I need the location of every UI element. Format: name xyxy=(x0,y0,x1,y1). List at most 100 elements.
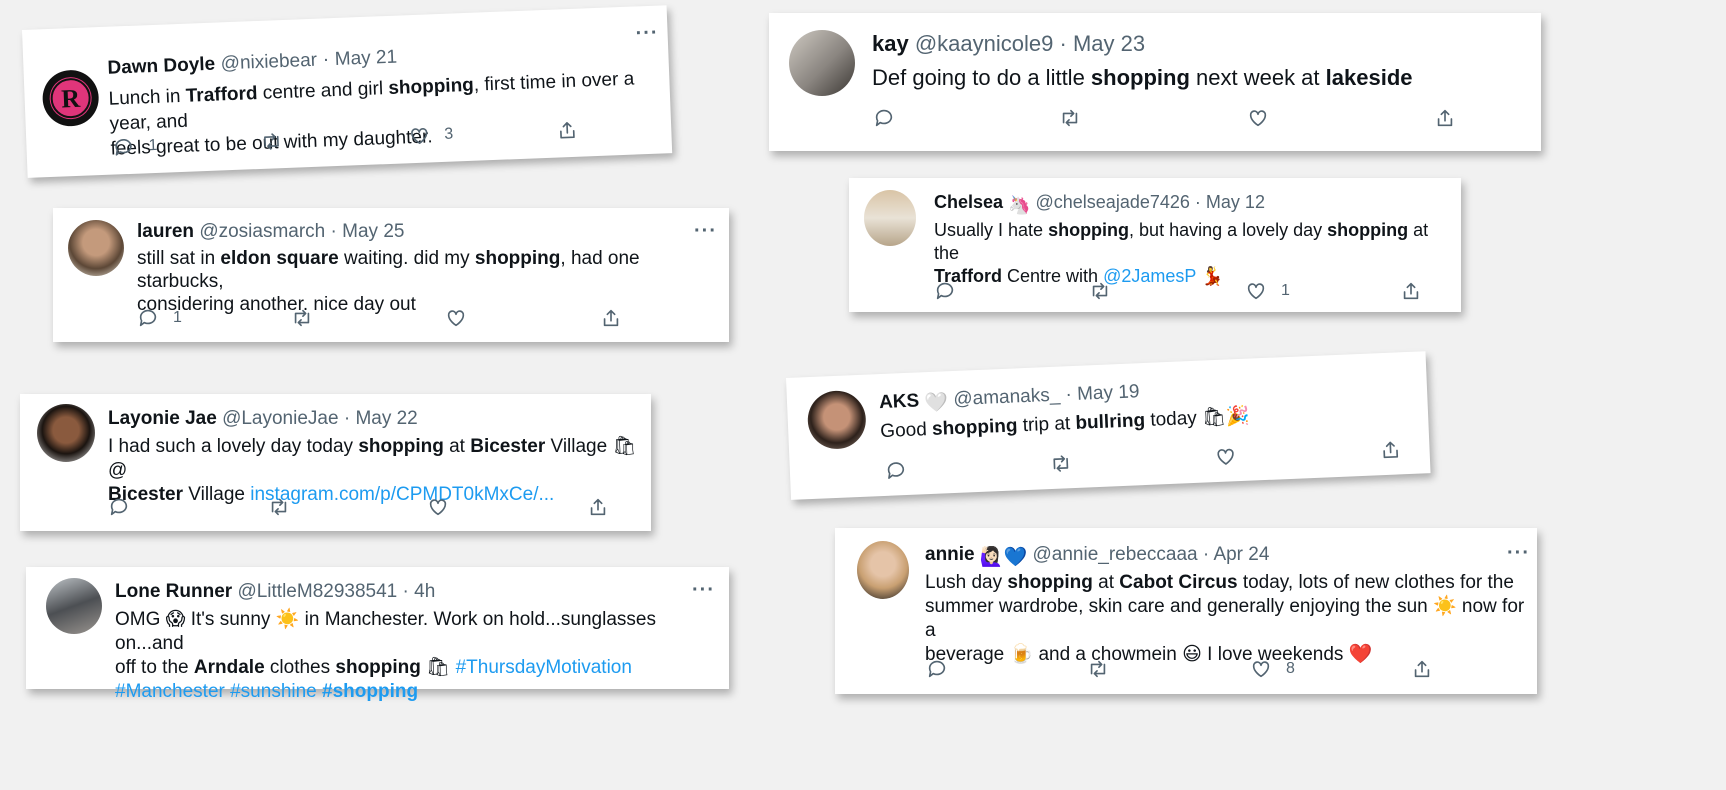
author-handle[interactable]: @LittleM82938541 xyxy=(237,581,397,602)
share-button[interactable] xyxy=(1400,280,1422,302)
tweet-date[interactable]: May 25 xyxy=(342,221,404,242)
share-icon xyxy=(603,309,619,327)
retweet-icon xyxy=(1090,660,1106,678)
avatar[interactable] xyxy=(789,30,855,96)
tweet-date[interactable]: May 22 xyxy=(355,408,417,429)
reply-button[interactable] xyxy=(926,658,948,680)
author-name[interactable]: lauren xyxy=(137,221,194,242)
reply-button[interactable] xyxy=(873,107,895,129)
more-icon[interactable]: ··· xyxy=(1507,542,1530,565)
tweet-text-line: off to the Arndale clothes shopping 🛍 #T… xyxy=(115,656,725,680)
tweet-card-kay[interactable]: kay @kaaynicole9 · May 23 Def going to d… xyxy=(769,13,1541,151)
tweet-text: Usually I hate shopping, but having a lo… xyxy=(934,219,1454,288)
tweet-date[interactable]: May 21 xyxy=(334,47,397,70)
share-button[interactable] xyxy=(1434,107,1456,129)
author-name[interactable]: annie xyxy=(925,544,975,565)
like-button[interactable]: 8 xyxy=(1250,658,1295,680)
highlighted-keyword: shopping xyxy=(1007,572,1093,593)
retweet-button[interactable] xyxy=(268,496,290,518)
tweet-date[interactable]: May 19 xyxy=(1077,381,1140,405)
tweet-link[interactable]: @2JamesP xyxy=(1103,266,1196,286)
like-button[interactable]: 3 xyxy=(408,124,454,148)
tweet-card-lauren[interactable]: lauren @zosiasmarch · May 25 ··· still s… xyxy=(53,208,729,342)
tweet-header: lauren @zosiasmarch · May 25 xyxy=(137,221,404,243)
tweet-card-chelsea[interactable]: Chelsea 🦄 @chelseajade7426 · May 12 Usua… xyxy=(849,178,1461,312)
share-button[interactable] xyxy=(1411,658,1433,680)
reply-button[interactable] xyxy=(108,496,130,518)
tweet-date[interactable]: Apr 24 xyxy=(1213,544,1269,565)
author-handle[interactable]: @kaaynicole9 xyxy=(915,31,1054,56)
retweet-button[interactable] xyxy=(291,307,313,329)
more-icon[interactable]: ··· xyxy=(694,220,717,243)
highlighted-keyword: shopping xyxy=(1090,65,1190,90)
author-name[interactable]: Dawn Doyle xyxy=(107,54,215,79)
tweet-date[interactable]: May 12 xyxy=(1206,192,1265,212)
tweet-card-dawn[interactable]: R Dawn Doyle @nixiebear · May 21 ··· Lun… xyxy=(22,5,673,178)
share-button[interactable] xyxy=(587,496,609,518)
author-handle[interactable]: @LayonieJae xyxy=(222,408,338,429)
retweet-button[interactable] xyxy=(1089,280,1111,302)
highlighted-keyword: shopping xyxy=(1327,220,1409,240)
share-button[interactable] xyxy=(556,119,579,142)
author-handle[interactable]: @annie_rebeccaaa xyxy=(1033,544,1198,565)
reply-button[interactable] xyxy=(885,459,908,482)
retweet-button[interactable] xyxy=(1049,452,1072,475)
tweet-link[interactable]: #ThursdayMotivation xyxy=(456,657,632,678)
retweet-button[interactable] xyxy=(260,130,283,153)
separator: · xyxy=(322,48,330,71)
author-handle[interactable]: @chelseajade7426 xyxy=(1036,192,1190,212)
tweet-header: Dawn Doyle @nixiebear · May 21 xyxy=(107,46,397,80)
text-run: , but having a lovely day xyxy=(1129,220,1328,240)
avatar[interactable] xyxy=(46,578,102,634)
avatar[interactable] xyxy=(37,404,95,462)
tweet-card-annie[interactable]: annie 🙋🏻‍♀️💙 @annie_rebeccaaa · Apr 24 ·… xyxy=(835,528,1537,694)
share-button[interactable] xyxy=(1379,438,1402,461)
more-icon[interactable]: ··· xyxy=(635,22,659,46)
highlighted-keyword: eldon square xyxy=(220,248,339,269)
like-button[interactable] xyxy=(427,496,449,518)
author-handle[interactable]: @nixiebear xyxy=(220,50,317,75)
reply-button[interactable]: 1 xyxy=(137,307,182,329)
text-run: Usually I hate xyxy=(934,220,1049,240)
reply-button[interactable] xyxy=(934,280,956,302)
retweet-button[interactable] xyxy=(1087,658,1109,680)
author-name[interactable]: Chelsea xyxy=(934,192,1003,212)
separator: · xyxy=(402,581,409,602)
reply-button[interactable]: 1 xyxy=(112,135,158,159)
highlighted-keyword: shopping xyxy=(358,436,444,457)
tweet-link[interactable]: instagram.com/p/CPMDT0kMxCe/... xyxy=(250,484,554,505)
like-button[interactable]: 1 xyxy=(1245,280,1290,302)
tweet-date[interactable]: 4h xyxy=(414,581,435,602)
author-name[interactable]: Lone Runner xyxy=(115,581,232,602)
author-name[interactable]: AKS xyxy=(879,390,920,413)
share-button[interactable] xyxy=(600,307,622,329)
retweet-button[interactable] xyxy=(1059,107,1081,129)
avatar[interactable] xyxy=(68,220,124,276)
author-handle[interactable]: @zosiasmarch xyxy=(199,221,325,242)
tweet-card-lone-runner[interactable]: Lone Runner @LittleM82938541 · 4h ··· OM… xyxy=(26,567,729,702)
tweet-header: kay @kaaynicole9 · May 23 xyxy=(872,31,1145,57)
more-icon[interactable]: ··· xyxy=(692,579,715,602)
tweet-date[interactable]: May 23 xyxy=(1073,31,1145,56)
tweet-link[interactable]: #shopping xyxy=(322,681,418,702)
separator: · xyxy=(343,408,351,429)
avatar[interactable] xyxy=(857,541,909,599)
like-button[interactable] xyxy=(1214,445,1237,468)
avatar[interactable] xyxy=(864,190,916,246)
like-button[interactable] xyxy=(1247,107,1269,129)
avatar[interactable] xyxy=(806,389,867,451)
retweet-icon xyxy=(1092,282,1108,300)
tweet-text-line: #Manchester #sunshine #shopping xyxy=(115,680,725,704)
avatar[interactable]: R xyxy=(41,69,100,128)
retweet-icon xyxy=(271,498,287,516)
author-handle[interactable]: @amanaks_ xyxy=(953,385,1061,410)
tweet-card-layonie[interactable]: Layonie Jae @LayonieJae · May 22 I had s… xyxy=(20,394,651,531)
tweet-text-line: beverage 🍺 and a chowmein 😃 I love weeke… xyxy=(925,643,1531,667)
text-run: off to the xyxy=(115,657,194,678)
tweet-link[interactable]: #Manchester #sunshine xyxy=(115,681,322,702)
like-button[interactable] xyxy=(445,307,467,329)
tweet-card-aks[interactable]: AKS 🤍 @amanaks_ · May 19 Good shopping t… xyxy=(786,351,1431,500)
author-name[interactable]: kay xyxy=(872,31,909,56)
author-name[interactable]: Layonie Jae xyxy=(108,408,217,429)
tweet-text-line: still sat in eldon square waiting. did m… xyxy=(137,247,717,293)
